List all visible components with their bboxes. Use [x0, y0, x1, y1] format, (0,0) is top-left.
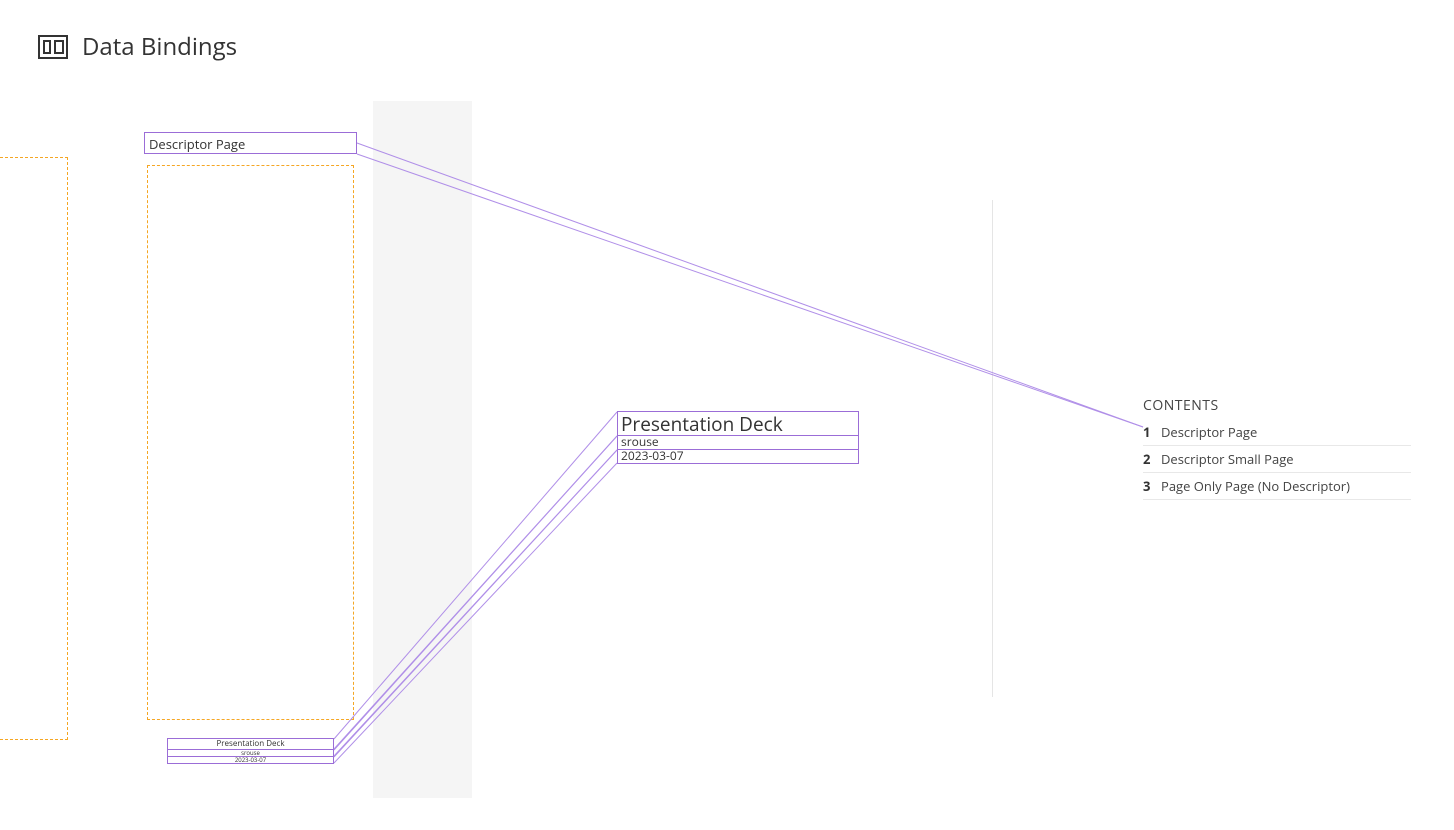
vertical-divider [992, 200, 993, 697]
contents-num: 2 [1143, 450, 1161, 468]
dashed-region-partial [0, 157, 68, 740]
contents-row[interactable]: 3 Page Only Page (No Descriptor) [1143, 473, 1411, 500]
contents-row[interactable]: 1 Descriptor Page [1143, 419, 1411, 446]
dashed-region-body [147, 165, 354, 720]
data-bindings-icon [38, 35, 68, 59]
page-title: Data Bindings [82, 30, 237, 63]
contents-num: 3 [1143, 477, 1161, 495]
contents-panel: CONTENTS 1 Descriptor Page 2 Descriptor … [1143, 396, 1411, 500]
center-date-field[interactable]: 2023-03-07 [617, 449, 859, 464]
contents-num: 1 [1143, 423, 1161, 441]
contents-label: Descriptor Page [1161, 423, 1411, 441]
contents-heading: CONTENTS [1143, 396, 1411, 415]
contents-row[interactable]: 2 Descriptor Small Page [1143, 446, 1411, 473]
header: Data Bindings [38, 30, 237, 63]
footer-date-field[interactable]: 2023-03-07 [167, 756, 334, 764]
contents-label: Descriptor Small Page [1161, 450, 1411, 468]
descriptor-field[interactable]: Descriptor Page [144, 132, 357, 154]
contents-label: Page Only Page (No Descriptor) [1161, 477, 1411, 495]
